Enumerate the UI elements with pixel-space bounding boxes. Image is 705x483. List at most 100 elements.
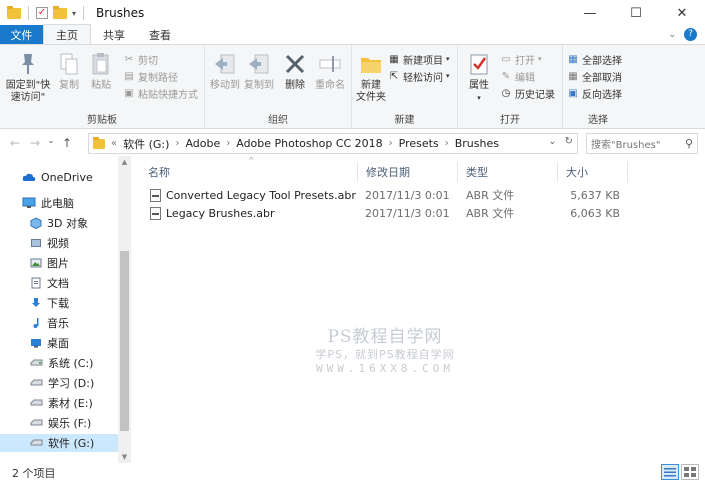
search-icon[interactable]: ⚲ [685, 137, 693, 150]
move-to-label: 移动到 [210, 80, 240, 91]
breadcrumb-brushes[interactable]: Brushes [455, 137, 499, 150]
breadcrumb-photoshop[interactable]: Adobe Photoshop CC 2018 [236, 137, 382, 150]
breadcrumb-separator-icon[interactable]: › [445, 138, 449, 149]
select-none-label: 全部取消 [582, 72, 622, 84]
breadcrumb-adobe[interactable]: Adobe [185, 137, 220, 150]
tab-view[interactable]: 查看 [137, 25, 183, 44]
scroll-down-icon[interactable]: ▼ [118, 453, 131, 461]
new-folder-button[interactable]: 新建 文件夹 [354, 51, 388, 104]
column-header-type[interactable]: 类型 [458, 162, 558, 182]
column-header-date[interactable]: 修改日期 [358, 162, 458, 182]
nav-item-label: 软件 (G:) [48, 437, 95, 450]
search-placeholder: 搜索"Brushes" [591, 140, 661, 151]
help-icon[interactable]: ? [684, 28, 697, 41]
customize-dropdown-icon[interactable]: ▾ [72, 9, 76, 18]
nav-item-videos[interactable]: 视频 [30, 234, 69, 252]
details-view-icon[interactable] [661, 464, 679, 480]
group-label-select: 选择 [588, 115, 608, 126]
edit-button[interactable]: ✎ 编辑 [500, 68, 535, 84]
select-all-icon: ▦ [568, 53, 578, 65]
paste-shortcut-button[interactable]: ▣ 粘贴快捷方式 [123, 85, 198, 101]
nav-item-drive-f[interactable]: 娱乐 (F:) [30, 414, 91, 432]
tab-share[interactable]: 共享 [91, 25, 137, 44]
up-arrow-icon[interactable]: ↑ [58, 136, 76, 150]
forward-arrow-icon[interactable]: → [26, 136, 44, 150]
nav-item-label: 素材 (E:) [48, 397, 93, 410]
properties-check-icon[interactable]: ✓ [36, 7, 48, 19]
easy-access-button[interactable]: ⇱ 轻松访问 ▾ [388, 68, 450, 84]
nav-item-pictures[interactable]: 图片 [30, 254, 69, 272]
scroll-up-icon[interactable]: ▲ [118, 158, 131, 166]
scissors-icon: ✂ [124, 53, 134, 65]
table-row[interactable]: Legacy Brushes.abr 2017/11/3 0:01 ABR 文件… [140, 204, 630, 222]
nav-item-this-pc[interactable]: 此电脑 [22, 194, 74, 212]
group-label-clipboard: 剪贴板 [87, 115, 117, 126]
chevron-down-icon[interactable]: ⌄ [668, 30, 676, 40]
breadcrumb-presets[interactable]: Presets [399, 137, 439, 150]
scroll-thumb[interactable] [120, 251, 129, 431]
nav-item-music[interactable]: 音乐 [30, 314, 69, 332]
pin-quick-access-button[interactable]: 固定到"快速访问" [2, 51, 54, 104]
file-name-cell: Converted Legacy Tool Presets.abr [150, 186, 356, 204]
delete-label: 删除 [285, 80, 305, 91]
rename-button[interactable]: 重命名 [311, 51, 349, 92]
nav-item-drive-d[interactable]: 学习 (D:) [30, 374, 94, 392]
back-arrow-icon[interactable]: ← [6, 136, 24, 150]
breadcrumb-separator-icon[interactable]: › [389, 138, 393, 149]
nav-item-drive-e[interactable]: 素材 (E:) [30, 394, 93, 412]
large-icons-view-icon[interactable] [681, 464, 699, 480]
address-dropdown-icon[interactable]: ⌄ [548, 136, 556, 147]
column-header-name[interactable]: 名称 [140, 162, 358, 182]
recent-locations-chevron-icon[interactable]: ⌄ [46, 136, 56, 150]
open-button[interactable]: ▭ 打开 ▾ [500, 51, 541, 67]
nav-item-drive-c[interactable]: 系统 (C:) [30, 354, 93, 372]
paste-button[interactable]: 粘贴 [84, 51, 118, 92]
maximize-button[interactable]: ☐ [613, 0, 659, 26]
tab-file[interactable]: 文件 [0, 25, 43, 44]
breadcrumb-separator-icon[interactable]: › [175, 138, 179, 149]
delete-button[interactable]: 删除 [278, 51, 312, 92]
table-row[interactable]: Converted Legacy Tool Presets.abr 2017/1… [140, 186, 630, 204]
nav-item-documents[interactable]: 文档 [30, 274, 69, 292]
select-none-button[interactable]: ▦ 全部取消 [567, 68, 622, 84]
nav-item-drive-g[interactable]: 软件 (G:) [0, 434, 118, 452]
group-organize: 移动到 复制到 删除 重命名 组织 [205, 45, 352, 129]
new-folder-icon[interactable] [53, 5, 67, 19]
breadcrumb-drive[interactable]: 软件 (G:) [123, 136, 169, 152]
chevron-down-icon: ▾ [477, 94, 481, 102]
open-label: 打开 [515, 55, 535, 67]
copy-button[interactable]: 复制 [52, 51, 86, 92]
refresh-icon[interactable]: ↻ [565, 136, 573, 147]
nav-item-downloads[interactable]: 下载 [30, 294, 69, 312]
minimize-button[interactable]: — [567, 0, 613, 26]
edit-icon: ✎ [501, 70, 511, 82]
invert-selection-button[interactable]: ▣ 反向选择 [567, 85, 622, 101]
nav-item-onedrive[interactable]: OneDrive [22, 168, 93, 186]
properties-button[interactable]: 属性 ▾ [462, 51, 496, 104]
overflow-chevron-icon[interactable]: « [111, 138, 117, 149]
select-all-button[interactable]: ▦ 全部选择 [567, 51, 622, 67]
tab-home[interactable]: 主页 [43, 24, 91, 44]
open-icon: ▭ [501, 53, 511, 65]
move-to-button[interactable]: 移动到 [207, 51, 243, 92]
nav-item-desktop[interactable]: 桌面 [30, 334, 69, 352]
address-bar[interactable]: « 软件 (G:) › Adobe › Adobe Photoshop CC 2… [88, 133, 578, 154]
column-header-size[interactable]: 大小 [558, 162, 628, 182]
search-input[interactable]: 搜索"Brushes" ⚲ [586, 133, 698, 154]
group-label-new: 新建 [394, 115, 415, 126]
copy-path-icon: ▤ [124, 70, 134, 82]
nav-item-3d-objects[interactable]: 3D 对象 [30, 214, 88, 232]
move-to-icon [212, 51, 238, 77]
nav-scrollbar[interactable]: ▲ ▼ [118, 156, 131, 463]
close-button[interactable]: ✕ [659, 0, 705, 26]
new-item-button[interactable]: ▦ 新建项目 ▾ [388, 51, 449, 67]
watermark-title: PS教程自学网 [327, 327, 443, 347]
copy-path-button[interactable]: ▤ 复制路径 [123, 68, 178, 84]
copy-to-button[interactable]: 复制到 [241, 51, 277, 92]
breadcrumb-separator-icon[interactable]: › [226, 138, 230, 149]
cut-button[interactable]: ✂ 剪切 [123, 51, 158, 67]
download-icon [32, 298, 40, 307]
history-button[interactable]: ◷ 历史记录 [500, 85, 555, 101]
folder-icon[interactable] [7, 5, 21, 19]
group-label-open: 打开 [500, 115, 520, 126]
